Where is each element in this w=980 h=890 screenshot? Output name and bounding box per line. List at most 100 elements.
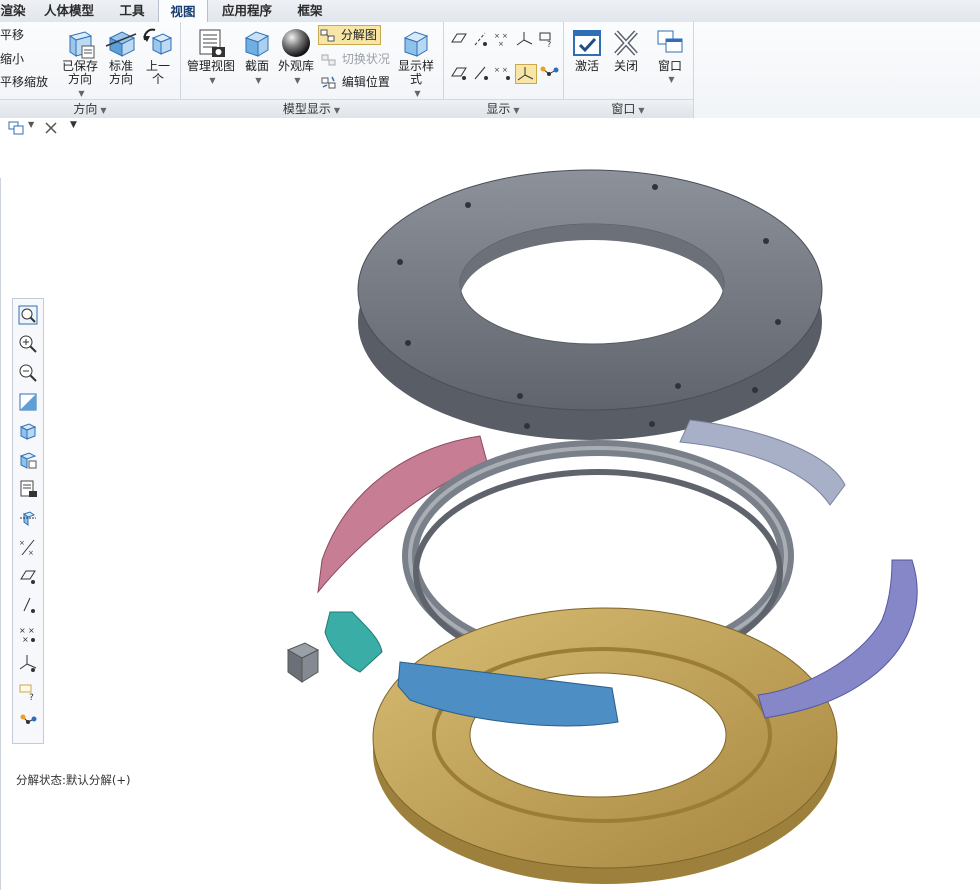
manage-views-icon xyxy=(199,29,225,57)
show-group-label[interactable]: 显示 ▼ xyxy=(443,99,563,118)
axis-tag-icon[interactable] xyxy=(471,64,491,82)
close-button[interactable]: 关闭 xyxy=(607,26,645,73)
svg-text:×: × xyxy=(494,32,500,40)
csys-display-tool-button[interactable] xyxy=(15,650,41,676)
svg-text:×: × xyxy=(19,539,25,547)
datum-planes-icon: ×× xyxy=(19,539,35,557)
standard-orientation-button[interactable]: 标准 方向 xyxy=(102,26,140,86)
top-gray-plate[interactable] xyxy=(357,169,823,440)
spin-center-icon[interactable] xyxy=(539,64,559,82)
pan-button[interactable]: 平移 xyxy=(0,25,24,45)
datum-display-filter-button[interactable]: × × xyxy=(15,534,41,560)
explode-icon xyxy=(20,714,37,724)
show-group: × × × ? × × 显示 ▼ xyxy=(443,22,564,118)
window-icon xyxy=(657,30,683,53)
previous-view-button[interactable]: 上一 个 xyxy=(140,26,176,86)
plane-display-icon[interactable] xyxy=(449,30,469,48)
saved-views-icon xyxy=(19,452,37,469)
plane-display-tool-button[interactable] xyxy=(15,563,41,589)
zoom-out-button[interactable] xyxy=(15,360,41,386)
tab-view[interactable]: 视图 xyxy=(158,0,208,23)
toggle-status-icon xyxy=(321,54,336,65)
chevron-down-icon: ▼ xyxy=(333,106,341,115)
svg-text:×: × xyxy=(494,66,500,74)
refit-button[interactable] xyxy=(15,389,41,415)
chevron-down-icon: ▼ xyxy=(209,76,216,85)
pan-zoom-button[interactable]: 平移缩放 xyxy=(0,72,48,92)
model-display-group-label[interactable]: 模型显示 ▼ xyxy=(180,99,443,118)
window-group-label[interactable]: 窗口 ▼ xyxy=(563,99,693,118)
edit-position-button[interactable]: 编辑位置 xyxy=(320,72,390,92)
section-button[interactable]: 截面 ▼ xyxy=(240,26,274,87)
tab-applications[interactable]: 应用程序 xyxy=(212,0,282,22)
axis-display-tool-button[interactable] xyxy=(15,592,41,618)
explode-state-label: 分解状态:默认分解(+) xyxy=(16,773,131,787)
zoom-in-button[interactable] xyxy=(15,331,41,357)
plane-tag-icon[interactable] xyxy=(449,64,469,82)
refit-icon xyxy=(19,393,37,411)
edit-position-icon xyxy=(321,76,336,88)
spin-center-icon xyxy=(20,511,36,526)
small-gray-fitting[interactable] xyxy=(286,642,320,683)
ribbon-tab-bar: 渲染 人体模型 工具 视图 应用程序 框架 xyxy=(0,0,980,23)
window-menu-button[interactable]: 窗口 ▼ xyxy=(651,26,689,86)
saved-views-tool-button[interactable] xyxy=(15,447,41,473)
teal-block[interactable] xyxy=(324,611,383,673)
csys-display-icon xyxy=(19,655,37,672)
display-style-tool-button[interactable] xyxy=(15,418,41,444)
ribbon: 平移 缩小 平移缩放 已保存 方向 ▼ 标准 方向 上一 个 方向 ▼ 管理视图… xyxy=(0,22,980,119)
manage-views-button[interactable]: 管理视图 ▼ xyxy=(186,26,236,87)
display-style-button[interactable]: 显示样 式 ▼ xyxy=(394,26,438,100)
svg-text:?: ? xyxy=(547,40,551,48)
window-layout-icon[interactable] xyxy=(8,121,24,135)
saved-orientation-button[interactable]: 已保存 方向 ▼ xyxy=(58,26,102,100)
point-display-icon[interactable]: × ×× xyxy=(493,30,513,48)
chevron-down-icon: ▼ xyxy=(638,106,645,115)
window-group: 激活 关闭 窗口 ▼ 窗口 ▼ xyxy=(563,22,694,118)
tab-framework[interactable]: 框架 xyxy=(288,0,332,22)
graphics-viewport[interactable] xyxy=(260,150,960,890)
svg-text:×: × xyxy=(502,32,508,40)
zoom-out-button[interactable]: 缩小 xyxy=(0,49,24,69)
toolbar-overflow-icon[interactable]: ▼ xyxy=(70,120,77,130)
section-icon xyxy=(244,31,270,57)
manage-views-icon xyxy=(20,480,37,497)
zoom-fit-button[interactable] xyxy=(15,302,41,328)
exploded-view-button[interactable]: 分解图 xyxy=(318,25,381,45)
zoom-fit-icon xyxy=(18,305,38,325)
appearance-gallery-button[interactable]: 外观库 ▼ xyxy=(276,26,316,87)
axis-display-icon[interactable] xyxy=(471,30,491,48)
activate-button[interactable]: 激活 xyxy=(567,26,607,73)
spin-center-tool-button[interactable] xyxy=(15,505,41,531)
csys-tag-icon[interactable] xyxy=(515,64,537,84)
csys-display-icon[interactable] xyxy=(515,30,535,48)
annotation-display-icon: ? xyxy=(19,684,34,703)
toggle-status-button[interactable]: 切换状况 xyxy=(320,49,390,69)
annotation-display-icon[interactable]: ? xyxy=(537,30,557,48)
pink-segment[interactable] xyxy=(317,435,488,594)
tab-render[interactable]: 渲染 xyxy=(0,0,34,22)
saved-orientation-icon xyxy=(68,31,95,59)
tab-human-model[interactable]: 人体模型 xyxy=(36,0,102,22)
chevron-down-icon: ▼ xyxy=(668,75,675,84)
orientation-group: 平移 缩小 平移缩放 已保存 方向 ▼ 标准 方向 上一 个 方向 ▼ xyxy=(0,22,181,118)
explode-tool-button[interactable] xyxy=(15,708,41,734)
chevron-down-icon[interactable]: ▼ xyxy=(28,120,34,129)
zoom-in-icon xyxy=(19,335,37,353)
svg-text:×: × xyxy=(498,40,504,48)
annotation-display-tool-button[interactable]: ? xyxy=(15,679,41,705)
chevron-down-icon: ▼ xyxy=(100,106,107,115)
chevron-down-icon: ▼ xyxy=(414,89,421,98)
point-display-tool-button[interactable]: × × × xyxy=(15,621,41,647)
svg-text:×: × xyxy=(19,626,26,635)
point-tag-icon[interactable]: × × xyxy=(493,64,513,82)
orientation-group-label[interactable]: 方向 ▼ xyxy=(0,99,180,118)
view-toolbar: × × × × × ? xyxy=(12,298,44,744)
tab-tools[interactable]: 工具 xyxy=(108,0,156,22)
svg-text:×: × xyxy=(28,549,34,557)
activate-check-icon xyxy=(573,30,601,56)
close-window-icon[interactable] xyxy=(44,121,58,135)
gold-base-ring[interactable] xyxy=(372,607,838,884)
manage-views-tool-button[interactable] xyxy=(15,476,41,502)
plane-display-icon xyxy=(20,570,36,584)
